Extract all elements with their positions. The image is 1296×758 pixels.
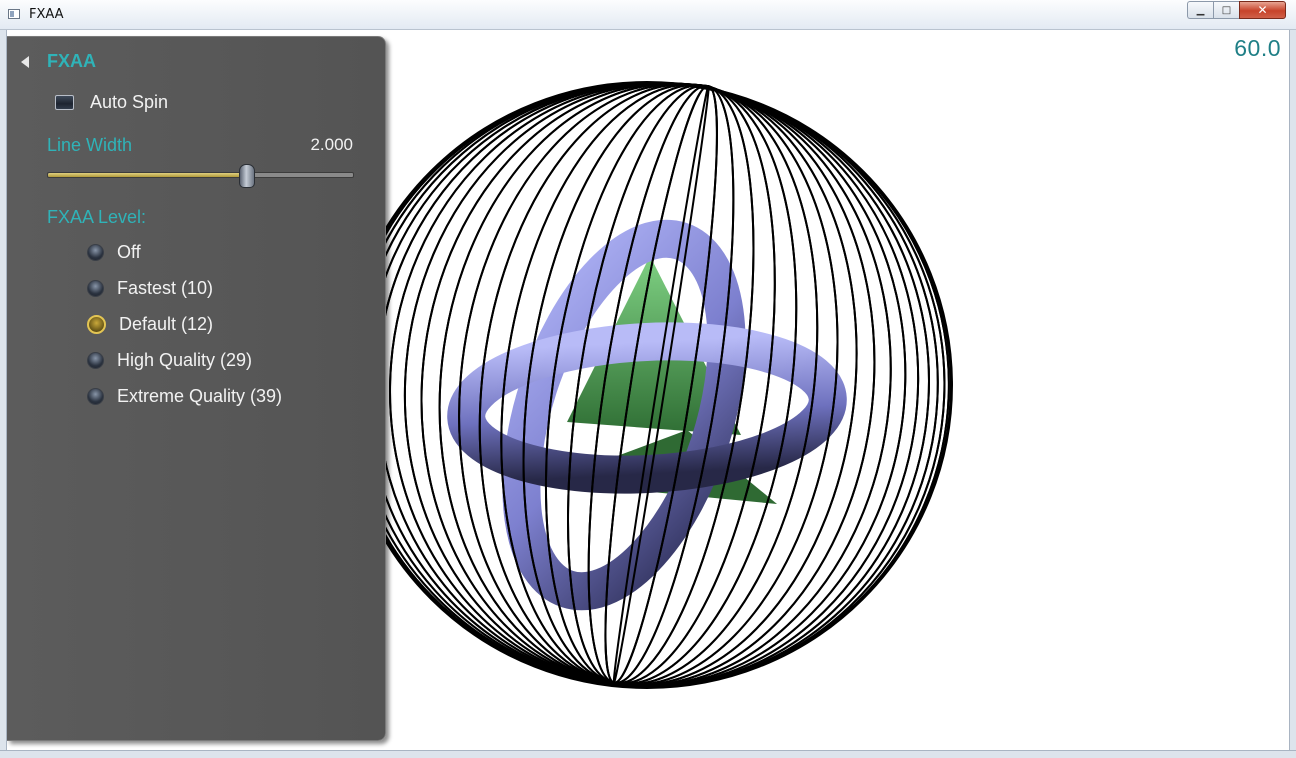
app-window-icon[interactable] xyxy=(8,9,20,19)
window-frame-right xyxy=(1289,30,1296,750)
fxaa-option-off[interactable]: Off xyxy=(87,234,282,270)
radio-label: Default (12) xyxy=(119,313,214,334)
window-frame-bottom xyxy=(0,750,1296,758)
caption-buttons: ▁ □ ✕ xyxy=(1187,1,1286,19)
radio-label: Off xyxy=(117,241,141,262)
radio-button[interactable] xyxy=(87,314,106,334)
render-viewport[interactable]: 60.0 FXAA Auto Spin Line Width 2.000 FXA… xyxy=(7,30,1289,750)
maximize-button[interactable]: □ xyxy=(1213,1,1239,19)
radio-button[interactable] xyxy=(87,243,104,261)
minimize-button[interactable]: ▁ xyxy=(1187,1,1213,19)
line-width-slider-thumb[interactable] xyxy=(239,164,256,188)
panel-title: FXAA xyxy=(47,51,96,71)
settings-panel: FXAA Auto Spin Line Width 2.000 FXAA Lev… xyxy=(7,36,386,741)
fxaa-level-radio-group: Off Fastest (10) Default (12) High Quali… xyxy=(87,234,282,414)
panel-header[interactable]: FXAA xyxy=(21,51,96,72)
line-width-value: 2.000 xyxy=(310,135,353,154)
close-button[interactable]: ✕ xyxy=(1239,1,1286,19)
fxaa-level-label: FXAA Level: xyxy=(47,207,147,227)
radio-label: Fastest (10) xyxy=(117,277,214,298)
collapse-arrow-icon[interactable] xyxy=(21,55,29,68)
window-frame-left xyxy=(0,30,7,750)
radio-button[interactable] xyxy=(87,387,104,405)
fxaa-option-default[interactable]: Default (12) xyxy=(87,306,282,342)
line-width-header: Line Width 2.000 xyxy=(47,135,353,156)
fps-counter: 60.0 xyxy=(1234,35,1281,61)
auto-spin-checkbox-row[interactable]: Auto Spin xyxy=(55,92,168,113)
radio-label: Extreme Quality (39) xyxy=(117,385,283,406)
radio-label: High Quality (29) xyxy=(117,349,253,370)
line-width-label: Line Width xyxy=(47,135,133,155)
line-width-slider[interactable] xyxy=(47,164,354,188)
line-width-slider-fill xyxy=(48,173,247,177)
auto-spin-checkbox[interactable] xyxy=(55,95,74,110)
fxaa-option-extreme-quality[interactable]: Extreme Quality (39) xyxy=(87,378,282,414)
radio-button[interactable] xyxy=(87,279,104,297)
auto-spin-label: Auto Spin xyxy=(90,92,169,112)
window-title: FXAA xyxy=(29,7,64,22)
fxaa-option-fastest[interactable]: Fastest (10) xyxy=(87,270,282,306)
fxaa-option-high-quality[interactable]: High Quality (29) xyxy=(87,342,282,378)
radio-button[interactable] xyxy=(87,351,104,369)
title-bar: FXAA ▁ □ ✕ xyxy=(0,0,1296,30)
